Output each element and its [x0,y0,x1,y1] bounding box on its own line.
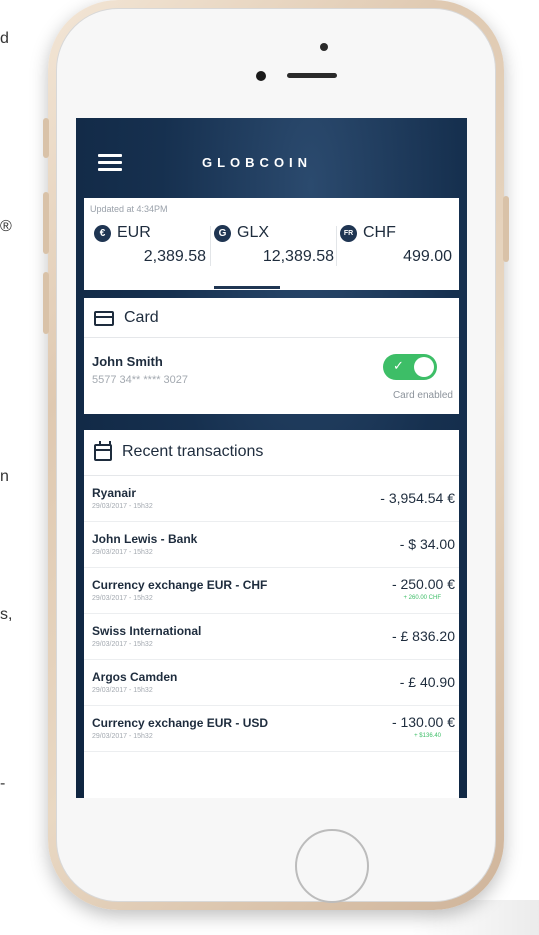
front-camera [256,71,266,81]
franc-icon: FR [340,224,357,242]
transaction-amount: - 250.00 € [391,576,455,592]
card-number: 5577 34** **** 3027 [92,374,189,386]
currency-balance: 2,389.58 [143,248,206,265]
transactions-title: Recent transactions [122,443,264,460]
transaction-converted-amount: + $136.40 [414,733,441,739]
transaction-row[interactable]: Ryanair 29/03/2017 - 15h32 - 3,954.54 € [84,476,459,522]
page: d ® n s, - GLOBCOIN Updated at 4:34PM € [0,0,539,935]
transaction-row[interactable]: Argos Camden 29/03/2017 - 15h32 - £ 40.9… [84,660,459,706]
toggle-knob [414,357,434,377]
currency-balance: 12,389.58 [262,248,334,265]
side-text-fragment-4: s, [0,606,13,623]
proximity-sensor [320,43,328,51]
transaction-date: 29/03/2017 - 15h32 [92,595,153,602]
card-status-label: Card enabled [392,390,453,401]
divider [336,226,337,266]
app-screen: GLOBCOIN Updated at 4:34PM € EUR 2,389.5… [76,118,467,798]
transaction-amount: - 130.00 € [391,714,455,730]
transaction-name: John Lewis - Bank [92,532,198,546]
transaction-date: 29/03/2017 - 15h32 [92,503,153,510]
currency-code: GLX [237,224,270,241]
card-enabled-toggle[interactable]: ✓ [383,354,437,380]
currency-code: CHF [363,224,396,241]
currency-tab-eur[interactable]: € EUR 2,389.58 [94,224,214,284]
volume-down-button [43,272,49,334]
transaction-row[interactable]: Swiss International 29/03/2017 - 15h32 -… [84,614,459,660]
currency-panel: Updated at 4:34PM € EUR 2,389.58 G GLX 1… [84,198,459,290]
card-section-header: Card [84,298,459,338]
divider [210,226,211,266]
calendar-icon [94,440,112,461]
credit-card-icon [94,310,114,326]
transaction-row[interactable]: Currency exchange EUR - USD 29/03/2017 -… [84,706,459,752]
currency-balance: 499.00 [403,248,452,265]
transaction-amount: - 3,954.54 € [380,490,455,506]
home-button[interactable] [295,829,369,903]
transaction-converted-amount: + 260.00 CHF [403,595,441,601]
side-text-fragment-2: ® [0,218,12,235]
euro-icon: € [94,224,111,242]
power-button [503,196,509,262]
currency-code: EUR [117,224,151,241]
updated-time: Updated at 4:34PM [90,204,168,214]
selected-tab-indicator [214,286,280,289]
transactions-list: Ryanair 29/03/2017 - 15h32 - 3,954.54 € … [84,476,459,798]
transaction-row[interactable]: Currency exchange EUR - CHF 29/03/2017 -… [84,568,459,614]
check-icon: ✓ [393,358,404,373]
app-header: GLOBCOIN [76,118,467,196]
mute-switch [43,118,49,158]
side-text-fragment-3: n [0,468,9,485]
transaction-date: 29/03/2017 - 15h32 [92,733,153,740]
card-details[interactable]: John Smith 5577 34** **** 3027 ✓ Card en… [84,338,459,414]
volume-up-button [43,192,49,254]
currency-tab-chf[interactable]: FR CHF 499.00 [340,224,452,284]
transaction-date: 29/03/2017 - 15h32 [92,549,153,556]
transaction-date: 29/03/2017 - 15h32 [92,687,153,694]
transaction-date: 29/03/2017 - 15h32 [92,641,153,648]
transaction-row[interactable]: John Lewis - Bank 29/03/2017 - 15h32 - $… [84,522,459,568]
currency-tab-glx[interactable]: G GLX 12,389.58 [214,224,334,284]
menu-icon[interactable] [98,154,122,172]
transaction-amount: - £ 40.90 [399,674,455,690]
side-text-fragment-1: d [0,30,9,47]
transaction-name: Currency exchange EUR - USD [92,716,269,730]
transaction-name: Argos Camden [92,670,178,684]
transaction-amount: - $ 34.00 [399,536,455,552]
transactions-header: Recent transactions [84,430,459,476]
app-logo: GLOBCOIN [202,155,313,170]
transaction-name: Swiss International [92,624,202,638]
card-holder-name: John Smith [92,354,163,369]
card-section-title: Card [124,309,159,326]
globcoin-icon: G [214,224,231,242]
transaction-name: Ryanair [92,486,137,500]
transaction-name: Currency exchange EUR - CHF [92,578,268,592]
earpiece-speaker [287,73,337,78]
side-text-fragment-5: - [0,775,6,792]
transaction-amount: - £ 836.20 [391,628,455,644]
